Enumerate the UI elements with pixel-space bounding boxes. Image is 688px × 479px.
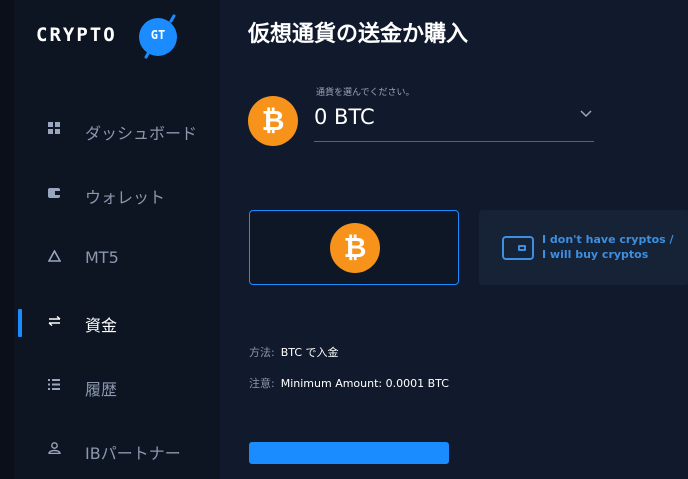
crypto-deposit-option[interactable]: ₿ <box>249 210 459 285</box>
currency-select[interactable]: 0 BTC <box>314 100 594 142</box>
sidebar-item-history[interactable]: 履歴 <box>0 369 220 405</box>
logo-text: CRYPTO <box>36 24 117 46</box>
partner-icon <box>44 441 64 461</box>
grid-icon <box>44 121 64 141</box>
method-row: 方法: BTC で入金 <box>249 344 339 360</box>
sidebar-item-label: IBパートナー <box>85 444 181 463</box>
sidebar-item-label: ダッシュボード <box>85 124 198 143</box>
sidebar: CRYPTO GT ダッシュボード ウォレット MT5 資金 履歴 IBパートナ… <box>0 0 220 479</box>
submit-button[interactable] <box>249 442 449 464</box>
sidebar-item-funds[interactable]: 資金 <box>0 305 220 341</box>
page-title: 仮想通貨の送金か購入 <box>248 22 469 47</box>
sidebar-item-label: MT5 <box>85 248 119 267</box>
wallet-slot <box>518 245 526 251</box>
list-icon <box>44 377 64 397</box>
sidebar-item-ib-partner[interactable]: IBパートナー <box>0 433 220 469</box>
sidebar-item-dashboard[interactable]: ダッシュボード <box>0 113 220 149</box>
method-key: 方法: <box>249 346 275 359</box>
currency-select-label: 通貨を選んでください。 <box>316 88 415 98</box>
wallet-icon <box>44 185 64 205</box>
chevron-down-icon <box>580 106 592 122</box>
wallet-icon <box>502 236 534 260</box>
method-value: BTC で入金 <box>280 346 339 359</box>
transfer-icon <box>44 313 64 333</box>
currency-select-value: 0 BTC <box>314 105 375 129</box>
sidebar-item-wallet[interactable]: ウォレット <box>0 177 220 213</box>
buy-crypto-line2: I will buy cryptos <box>542 248 649 261</box>
note-key: 注意: <box>249 377 275 390</box>
logo[interactable]: CRYPTO GT <box>36 13 186 60</box>
buy-crypto-line1: I don't have cryptos / <box>542 233 674 246</box>
triangle-icon <box>44 249 64 269</box>
logo-badge-text: GT <box>150 28 166 42</box>
sidebar-edge <box>0 0 14 479</box>
buy-crypto-option[interactable]: I don't have cryptos / I will buy crypto… <box>479 210 688 285</box>
logo-badge: GT <box>139 18 177 56</box>
sidebar-item-label: 履歴 <box>85 380 118 399</box>
sidebar-item-mt5[interactable]: MT5 <box>0 241 220 277</box>
active-indicator <box>18 309 22 337</box>
sidebar-item-label: ウォレット <box>85 188 166 207</box>
note-row: 注意: Minimum Amount: 0.0001 BTC <box>249 375 449 391</box>
bitcoin-icon: ₿ <box>248 96 298 146</box>
logo-spark <box>168 13 177 24</box>
note-value: Minimum Amount: 0.0001 BTC <box>280 377 449 390</box>
sidebar-item-label: 資金 <box>85 316 118 335</box>
bitcoin-icon: ₿ <box>330 223 380 273</box>
